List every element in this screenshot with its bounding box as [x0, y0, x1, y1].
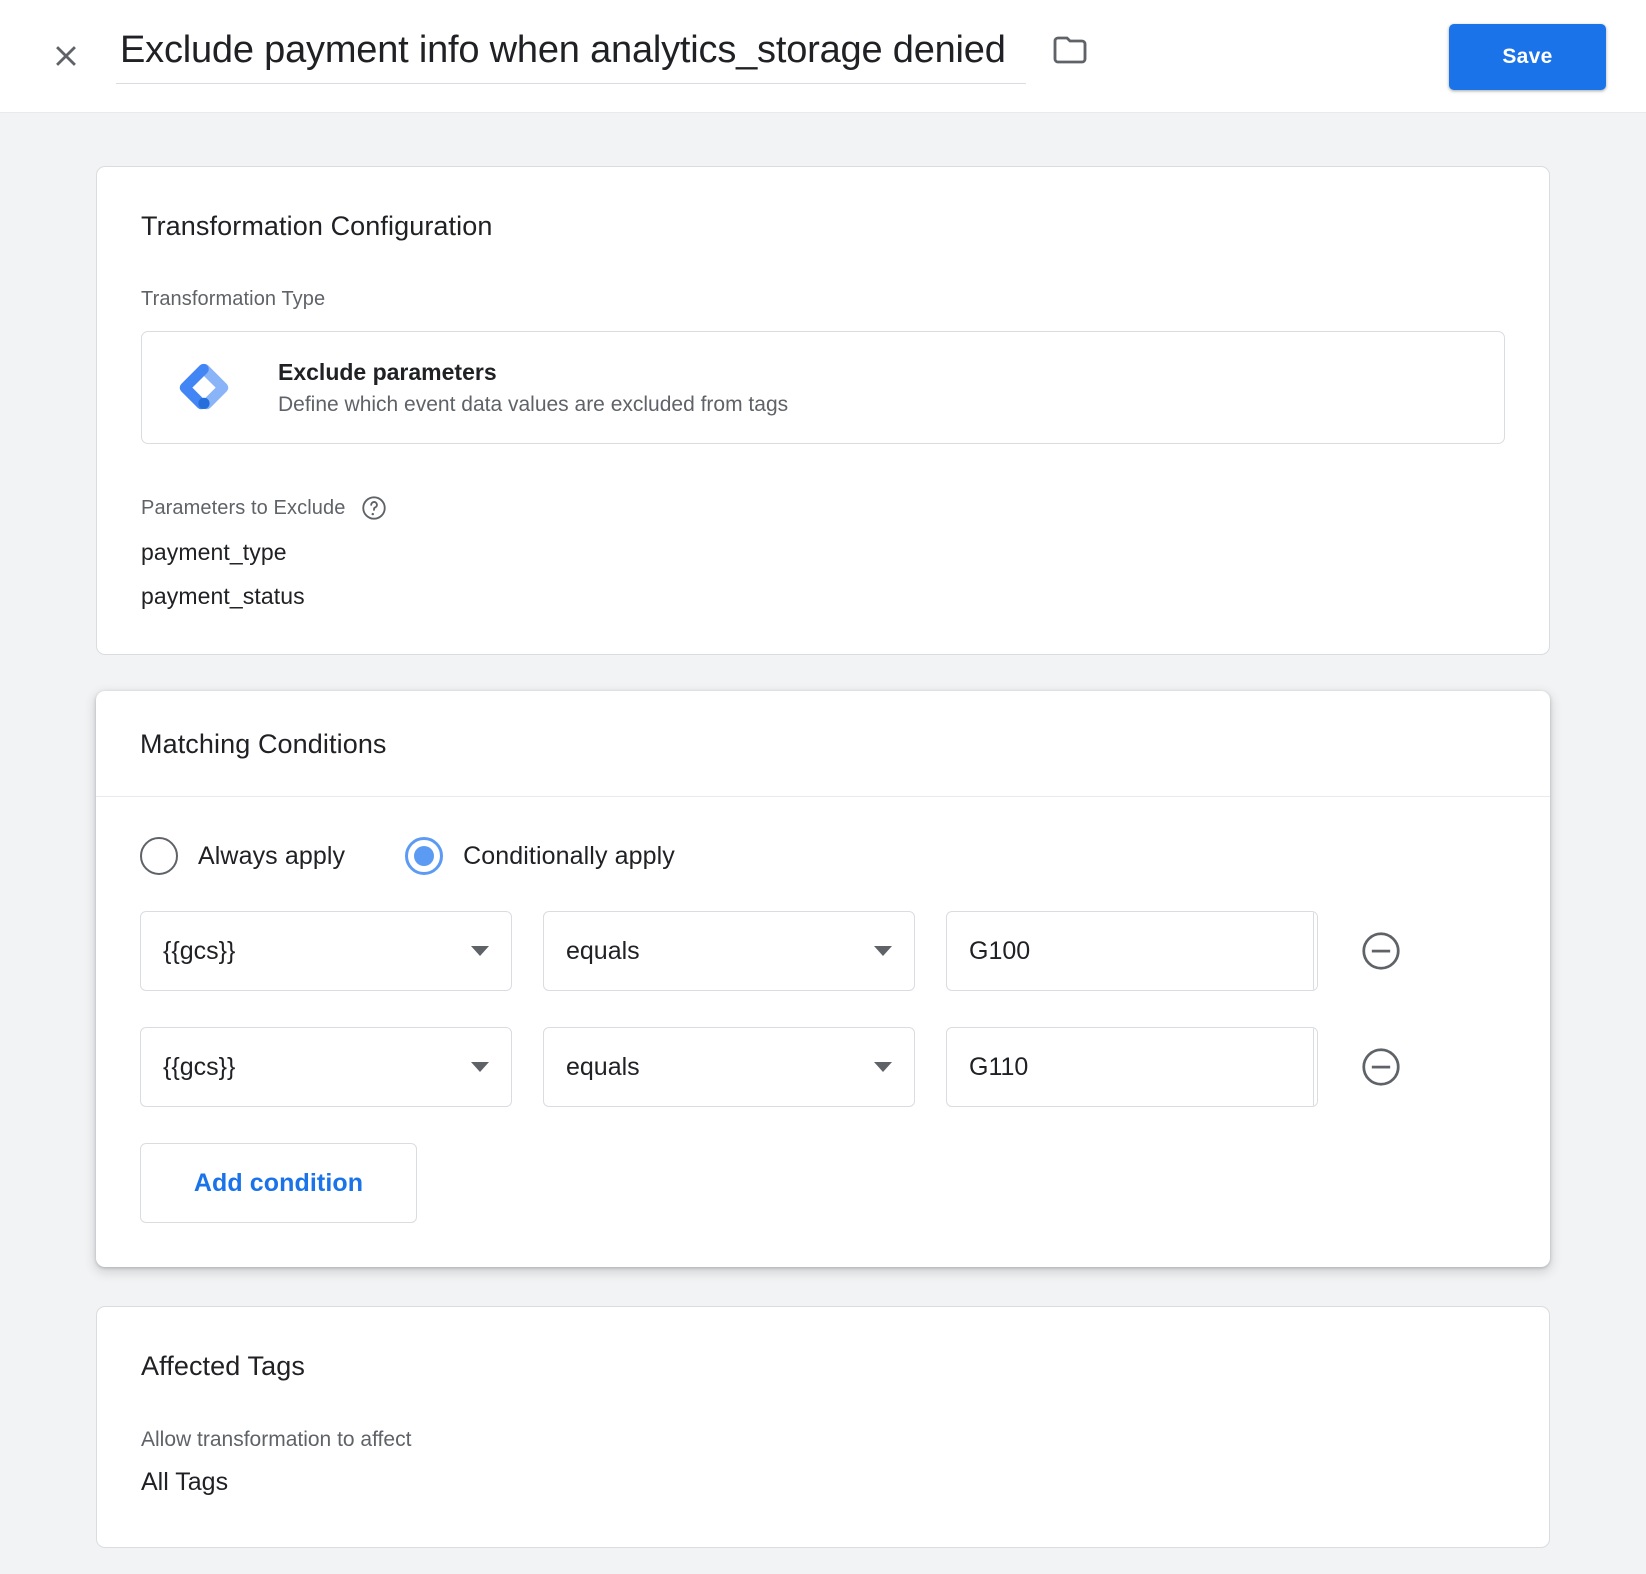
card-title-transformation: Transformation Configuration	[141, 211, 493, 241]
transformation-type-label: Transformation Type	[141, 288, 326, 310]
card-title-affected-tags: Affected Tags	[141, 1351, 305, 1381]
matching-conditions-card: Matching Conditions Always apply Conditi…	[96, 691, 1550, 1267]
condition-operator-value: equals	[566, 936, 640, 965]
condition-row: {{gcs}} equals	[140, 911, 1506, 991]
add-condition-button[interactable]: Add condition	[140, 1143, 417, 1223]
condition-row: {{gcs}} equals	[140, 1027, 1506, 1107]
radio-conditionally-apply[interactable]: Conditionally apply	[405, 837, 675, 875]
condition-variable-value: {{gcs}}	[163, 936, 236, 965]
chevron-down-icon	[874, 1062, 892, 1072]
condition-variable-select[interactable]: {{gcs}}	[140, 911, 512, 991]
transformation-configuration-card: Transformation Configuration Transformat…	[96, 166, 1550, 655]
radio-circle-icon	[140, 837, 178, 875]
variable-brick-icon[interactable]	[1313, 1028, 1317, 1106]
condition-value-input[interactable]	[947, 1028, 1313, 1106]
condition-operator-value: equals	[566, 1052, 640, 1081]
close-icon[interactable]	[44, 34, 88, 78]
chevron-down-icon	[471, 946, 489, 956]
radio-always-apply-label: Always apply	[198, 841, 346, 870]
transformation-type-name: Exclude parameters	[278, 358, 497, 385]
transformation-type-option[interactable]: Exclude parameters Define which event da…	[141, 331, 1505, 444]
apply-mode-radio-group: Always apply Conditionally apply	[140, 837, 1506, 875]
folder-icon[interactable]	[1048, 28, 1092, 72]
allow-transformation-label: Allow transformation to affect	[141, 1428, 412, 1451]
transformation-name-input[interactable]	[116, 29, 1026, 84]
remove-condition-button[interactable]	[1357, 927, 1405, 975]
parameter-item: payment_type	[141, 539, 287, 565]
radio-always-apply[interactable]: Always apply	[140, 837, 345, 875]
condition-variable-value: {{gcs}}	[163, 1052, 236, 1081]
radio-conditionally-apply-label: Conditionally apply	[463, 841, 675, 870]
condition-operator-select[interactable]: equals	[543, 1027, 915, 1107]
page-content: Transformation Configuration Transformat…	[0, 166, 1646, 1548]
chevron-down-icon	[471, 1062, 489, 1072]
condition-value-field	[946, 1027, 1318, 1107]
parameter-item: payment_status	[141, 583, 305, 609]
title-area	[116, 28, 1646, 84]
save-button[interactable]: Save	[1449, 24, 1606, 90]
transformation-type-description: Define which event data values are exclu…	[278, 392, 789, 416]
radio-circle-selected-icon	[405, 837, 444, 875]
remove-condition-button[interactable]	[1357, 1043, 1405, 1091]
parameters-to-exclude-label: Parameters to Exclude	[141, 496, 346, 519]
matching-conditions-header: Matching Conditions	[96, 691, 1550, 796]
condition-value-field	[946, 911, 1318, 991]
affected-tags-card: Affected Tags Allow transformation to af…	[96, 1306, 1550, 1548]
help-circle-icon[interactable]	[360, 494, 388, 522]
app-header: Save	[0, 0, 1646, 113]
condition-operator-select[interactable]: equals	[543, 911, 915, 991]
allow-transformation-value: All Tags	[141, 1468, 229, 1496]
variable-brick-icon[interactable]	[1313, 912, 1317, 990]
chevron-down-icon	[874, 946, 892, 956]
condition-value-input[interactable]	[947, 912, 1313, 990]
card-title-matching: Matching Conditions	[140, 729, 387, 759]
gtm-diamond-icon	[176, 357, 232, 418]
parameters-label-row: Parameters to Exclude	[141, 494, 1505, 522]
matching-conditions-body: Always apply Conditionally apply {{gcs}}…	[96, 797, 1550, 1267]
condition-variable-select[interactable]: {{gcs}}	[140, 1027, 512, 1107]
